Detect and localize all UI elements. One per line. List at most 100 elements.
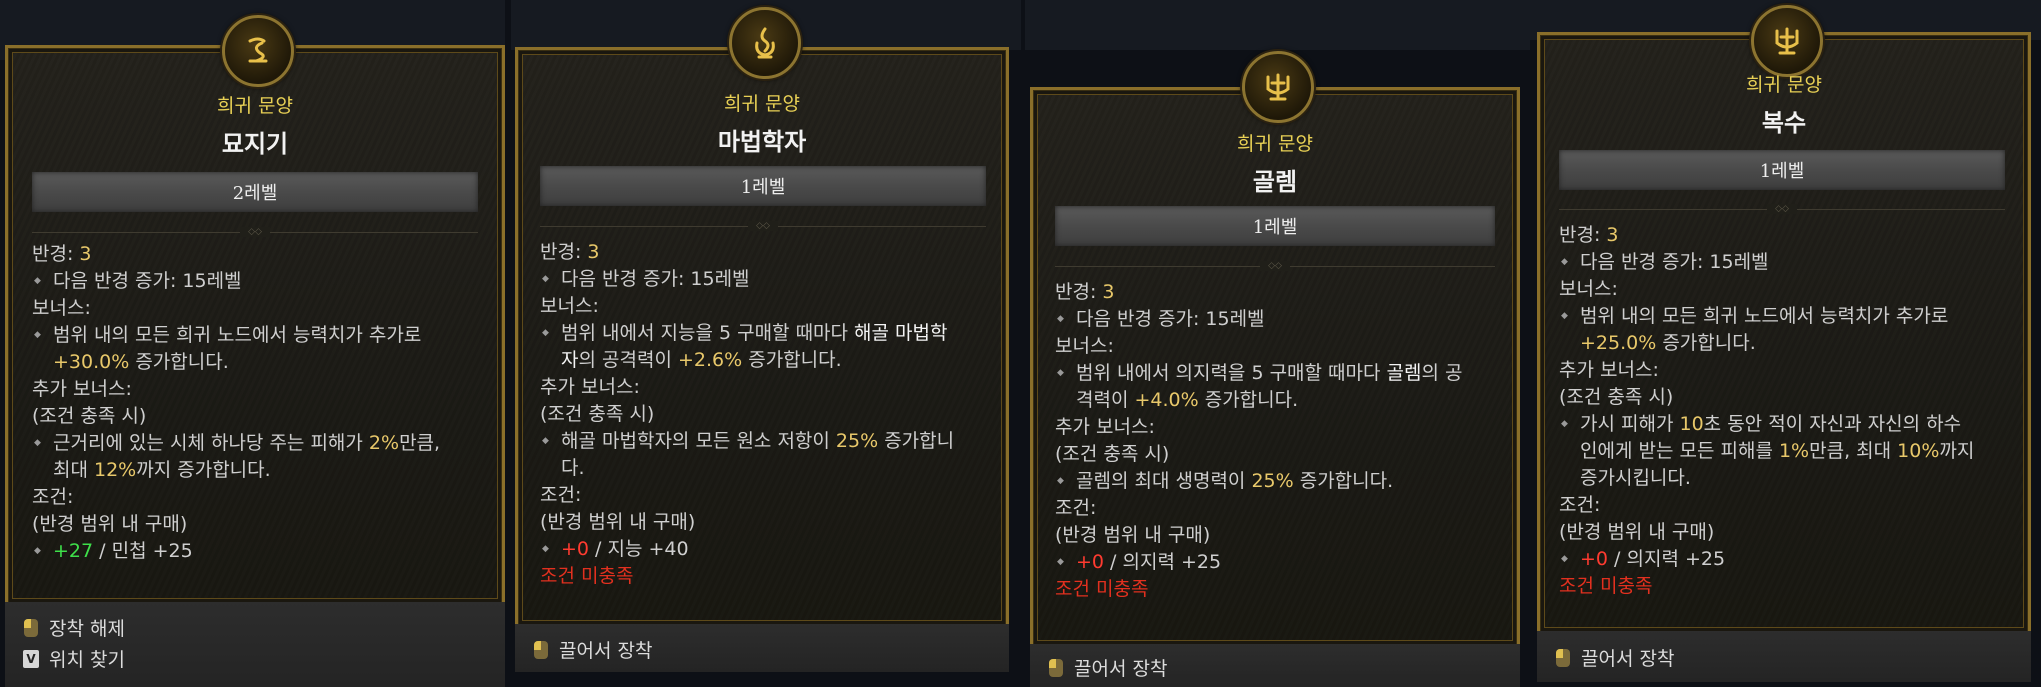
rarity-label: 희귀 문양 xyxy=(217,95,293,117)
action-footer: 끌어서 장착 xyxy=(1030,644,1520,687)
glyph-name: 골렘 xyxy=(1252,168,1298,196)
requirement-target: / 지능 +40 xyxy=(589,538,689,560)
extra-text-3: 까지 증가합니다. xyxy=(136,459,271,481)
bonus-label: 보너스: xyxy=(1055,335,1114,357)
mouse-icon xyxy=(533,640,549,659)
bonus-rest: 증가합니다. xyxy=(1656,332,1756,354)
extra-max-value: 12% xyxy=(94,459,137,481)
requirement-value: +0 xyxy=(561,538,590,560)
glyph-card-scholar: 희귀 문양 마법학자 1레벨 ◇◇ 반경: 3 다음 반경 증가: 15레벨 보… xyxy=(515,7,1009,672)
drag-equip-button[interactable]: 끌어서 장착 xyxy=(1048,654,1167,681)
extra-value: 25% xyxy=(1251,470,1294,492)
extra-text-end: 만큼, xyxy=(399,432,441,454)
extra-value: 1% xyxy=(1778,440,1810,462)
glyph-card-revenge: 희귀 문양 복수 1레벨 ◇◇ 반경: 3 다음 반경 증가: 15레벨 보너스… xyxy=(1537,5,2031,682)
glyph-name: 마법학자 xyxy=(717,128,807,156)
rune-glyph-icon xyxy=(222,15,294,87)
extra-bonus-label: 추가 보너스: xyxy=(1559,359,1659,381)
next-radius: 다음 반경 증가: 15레벨 xyxy=(32,268,440,295)
locate-button[interactable]: V 위치 찾기 xyxy=(23,645,125,672)
extra-text: 해골 마법학자의 모든 원소 저항이 xyxy=(561,430,836,452)
unequip-button[interactable]: 장착 해제 xyxy=(23,614,125,641)
unequip-label: 장착 해제 xyxy=(49,618,125,640)
glyph-details: 반경: 3 다음 반경 증가: 15레벨 보너스: 범위 내에서 지능을 5 구… xyxy=(540,239,954,590)
extra-condition: (조건 충족 시) xyxy=(540,403,655,425)
extra-bonus-label: 추가 보너스: xyxy=(540,376,640,398)
extra-text-2: 인에게 받는 모든 피해를 xyxy=(1580,440,1779,462)
glyph-name: 묘지기 xyxy=(221,130,289,158)
requirement-value: +0 xyxy=(1076,551,1105,573)
action-footer: 끌어서 장착 xyxy=(515,624,1009,672)
extra-duration: 10 xyxy=(1679,413,1704,435)
mouse-icon xyxy=(1048,658,1064,677)
rarity-label: 희귀 문양 xyxy=(724,93,800,115)
radius-value: 3 xyxy=(1102,281,1115,303)
requirement-value: +0 xyxy=(1580,548,1609,570)
glyph-card-gravekeeper: 희귀 문양 묘지기 2레벨 ◇◇ 반경: 3 다음 반경 증가: 15레벨 보너… xyxy=(5,15,505,687)
bonus-highlight-end: 자 xyxy=(561,349,579,371)
extra-value: 25% xyxy=(835,430,879,452)
bonus-text: 범위 내의 모든 희귀 노드에서 능력치가 추가로 xyxy=(1559,303,1974,330)
drag-equip-button[interactable]: 끌어서 장착 xyxy=(533,636,652,663)
extra-text: 근거리에 있는 시체 하나당 주는 피해가 xyxy=(53,432,369,454)
radius-label: 반경: xyxy=(32,243,74,265)
requirement-target: / 의지력 +25 xyxy=(1104,551,1222,573)
radius-label: 반경: xyxy=(1055,281,1097,303)
divider: ◇◇ xyxy=(1559,203,2005,215)
level-bar: 2레벨 xyxy=(32,172,478,212)
unmet-condition: 조건 미충족 xyxy=(1559,575,1653,597)
level-bar: 1레벨 xyxy=(540,166,986,206)
glyph-details: 반경: 3 다음 반경 증가: 15레벨 보너스: 범위 내의 모든 희귀 노드… xyxy=(1559,222,1974,600)
extra-text-end: 증가합니 xyxy=(878,430,955,452)
extra-condition: (조건 충족 시) xyxy=(1559,386,1674,408)
requirement-target: / 민첩 +25 xyxy=(93,540,193,562)
glyph-card-golem: 희귀 문양 골렘 1레벨 ◇◇ 반경: 3 다음 반경 증가: 15레벨 보너스… xyxy=(1030,51,1520,687)
unmet-condition: 조건 미충족 xyxy=(1055,578,1149,600)
bonus-value: +25.0% xyxy=(1580,332,1657,354)
glyph-details: 반경: 3 다음 반경 증가: 15레벨 보너스: 범위 내의 모든 희귀 노드… xyxy=(32,241,440,565)
radius-value: 3 xyxy=(79,243,92,265)
bonus-text-2: 의 공격력이 xyxy=(578,349,678,371)
bonus-text-2: 격력이 xyxy=(1076,389,1135,411)
bonus-value: +4.0% xyxy=(1134,389,1199,411)
radius-label: 반경: xyxy=(540,241,582,263)
drag-equip-button[interactable]: 끌어서 장착 xyxy=(1555,644,1674,671)
divider: ◇◇ xyxy=(32,226,478,238)
drag-equip-label: 끌어서 장착 xyxy=(1074,658,1168,680)
requirement-target: / 의지력 +25 xyxy=(1608,548,1726,570)
divider: ◇◇ xyxy=(540,220,986,232)
requirement-value: +27 xyxy=(53,540,94,562)
radius-label: 반경: xyxy=(1559,224,1601,246)
extra-text-2: 다. xyxy=(561,457,585,479)
mouse-icon xyxy=(23,618,39,637)
bonus-value: +2.6% xyxy=(677,349,743,371)
bonus-highlight: 골렘 xyxy=(1386,362,1422,384)
next-radius: 다음 반경 증가: 15레벨 xyxy=(1055,306,1463,333)
unmet-condition: 조건 미충족 xyxy=(540,565,634,587)
flame-glyph-icon xyxy=(729,7,801,79)
extra-text: 골렘의 최대 생명력이 xyxy=(1076,470,1252,492)
trident-glyph-icon xyxy=(1242,51,1314,123)
radius-value: 3 xyxy=(587,241,600,263)
requirement-label: 조건: xyxy=(1055,497,1097,519)
extra-max-value: 10% xyxy=(1897,440,1940,462)
drag-equip-label: 끌어서 장착 xyxy=(1581,648,1675,670)
next-radius: 다음 반경 증가: 15레벨 xyxy=(540,266,954,293)
next-radius: 다음 반경 증가: 15레벨 xyxy=(1559,249,1974,276)
glyph-details: 반경: 3 다음 반경 증가: 15레벨 보너스: 범위 내에서 의지력을 5 … xyxy=(1055,279,1463,603)
extra-text-2: 최대 xyxy=(53,459,94,481)
radius-value: 3 xyxy=(1606,224,1619,246)
bonus-label: 보너스: xyxy=(540,295,599,317)
mouse-icon xyxy=(1555,648,1571,667)
bonus-text: 범위 내에서 지능을 5 구매할 때마다 xyxy=(561,322,855,344)
extra-text: 가시 피해가 xyxy=(1580,413,1680,435)
extra-value: 2% xyxy=(368,432,400,454)
rarity-label: 희귀 문양 xyxy=(1746,74,1822,96)
bonus-text: 범위 내의 모든 희귀 노드에서 능력치가 추가로 xyxy=(32,322,440,349)
bonus-label: 보너스: xyxy=(1559,278,1618,300)
level-bar: 1레벨 xyxy=(1559,150,2005,190)
extra-text-end: 증가합니다. xyxy=(1293,470,1394,492)
extra-text-5: 증가시킵니다. xyxy=(1580,467,1691,489)
requirement-label: 조건: xyxy=(32,486,74,508)
bonus-rest: 증가합니다. xyxy=(129,351,229,373)
